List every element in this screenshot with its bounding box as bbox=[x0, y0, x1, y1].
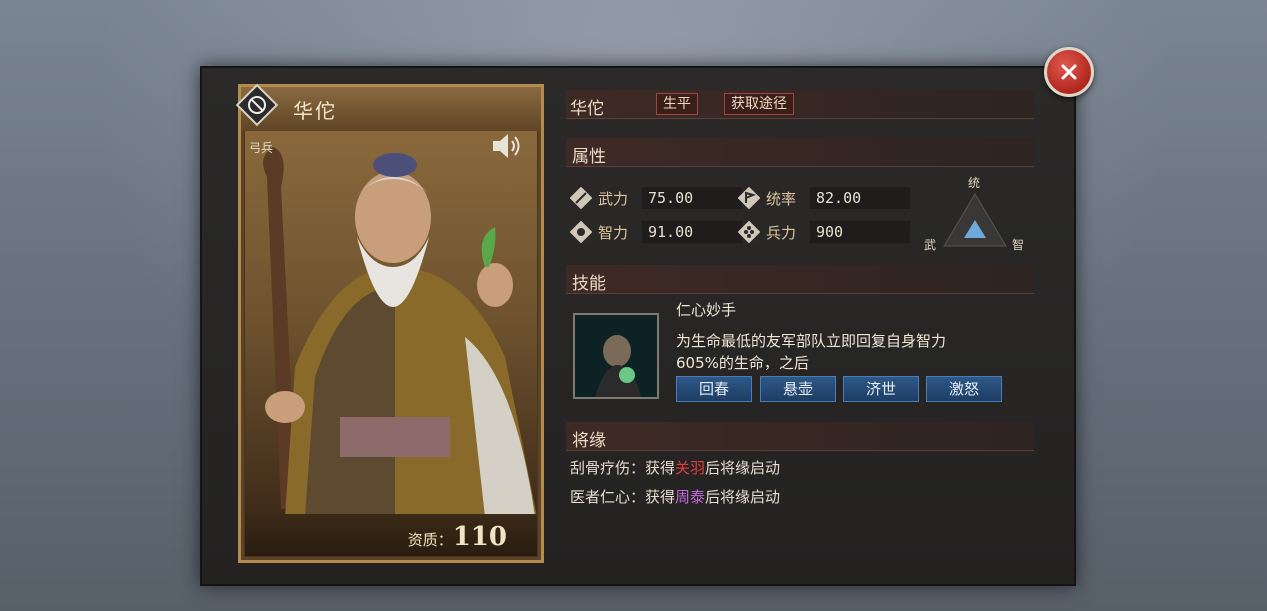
obtain-method-button[interactable]: 获取途径 bbox=[724, 93, 794, 115]
fate-line-1: 刮骨疗伤：获得关羽后将缘启动 bbox=[570, 457, 780, 478]
fate-title: 将缘 bbox=[572, 431, 606, 451]
attributes-header: 属性 bbox=[566, 138, 1034, 167]
stat-value-troops: 900 bbox=[810, 221, 910, 243]
skills-header: 技能 bbox=[566, 265, 1034, 294]
sword-icon bbox=[570, 187, 592, 209]
radar-label-force: 武 bbox=[924, 238, 937, 252]
fate-line-2-hero: 周泰 bbox=[675, 488, 706, 506]
attributes-title: 属性 bbox=[572, 147, 606, 167]
card-name-bar: 华佗 bbox=[235, 83, 541, 131]
general-portrait bbox=[245, 117, 537, 517]
stat-row-force: 武力 75.00 bbox=[570, 186, 742, 210]
stat-label-force: 武力 bbox=[598, 189, 629, 208]
troops-icon bbox=[738, 221, 760, 243]
stat-row-command: 统率 82.00 bbox=[738, 186, 910, 210]
stat-value-intellect: 91.00 bbox=[642, 221, 742, 243]
fate-line-2-suffix: 后将缘启动 bbox=[705, 488, 781, 506]
skills-title: 技能 bbox=[572, 274, 606, 294]
fate-line-1-suffix: 后将缘启动 bbox=[705, 459, 781, 477]
stat-row-troops: 兵力 900 bbox=[738, 220, 910, 244]
troop-type: 弓兵 bbox=[249, 141, 274, 155]
stat-label-command: 统率 bbox=[766, 189, 797, 208]
stat-label-troops: 兵力 bbox=[766, 223, 797, 242]
card-general-name: 华佗 bbox=[293, 99, 337, 123]
quality-display: 资质：110 bbox=[408, 522, 507, 552]
fate-line-1-prefix: 刮骨疗伤：获得 bbox=[570, 459, 676, 477]
general-name: 华佗 bbox=[570, 99, 604, 119]
quality-value: 110 bbox=[452, 522, 507, 552]
radar-label-intellect: 智 bbox=[1012, 238, 1025, 252]
general-portrait-card: 华佗 弓兵 资质：110 bbox=[235, 83, 544, 563]
fate-line-1-hero: 关羽 bbox=[675, 459, 706, 477]
skill-name: 仁心妙手 bbox=[676, 301, 737, 319]
flag-icon bbox=[738, 187, 760, 209]
general-emblem-icon bbox=[235, 83, 279, 127]
stat-row-intellect: 智力 91.00 bbox=[570, 220, 742, 244]
stat-value-force: 75.00 bbox=[642, 187, 742, 209]
skill-description: 为生命最低的友军部队立即回复自身智力605%的生命，之后 bbox=[676, 332, 947, 372]
hand-icon bbox=[570, 221, 592, 243]
skill-image[interactable] bbox=[573, 313, 659, 399]
fate-line-2-prefix: 医者仁心：获得 bbox=[570, 488, 676, 506]
skill-tab-huichun[interactable]: 回春 bbox=[676, 376, 752, 402]
fate-header: 将缘 bbox=[566, 422, 1034, 451]
speaker-icon[interactable] bbox=[489, 131, 525, 161]
skill-tab-jishi[interactable]: 济世 bbox=[843, 376, 919, 402]
skill-tab-jinu[interactable]: 激怒 bbox=[926, 376, 1002, 402]
attribute-radar bbox=[943, 193, 1007, 247]
stat-label-intellect: 智力 bbox=[598, 223, 629, 242]
biography-button[interactable]: 生平 bbox=[656, 93, 698, 115]
close-icon bbox=[1061, 64, 1077, 80]
skill-tab-xuanhu[interactable]: 悬壶 bbox=[760, 376, 836, 402]
quality-label: 资质： bbox=[407, 531, 453, 549]
stat-value-command: 82.00 bbox=[810, 187, 910, 209]
radar-label-command: 统 bbox=[968, 176, 981, 190]
name-header-bar: 华佗 生平 获取途径 bbox=[566, 90, 1034, 119]
fate-line-2: 医者仁心：获得周泰后将缘启动 bbox=[570, 486, 780, 507]
close-button[interactable] bbox=[1044, 47, 1094, 97]
